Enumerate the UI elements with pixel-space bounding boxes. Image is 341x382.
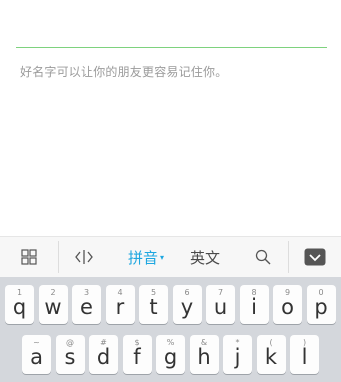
name-input[interactable] — [16, 0, 327, 48]
chevron-down-icon: ▾ — [160, 252, 165, 262]
key-y[interactable]: 6 y — [172, 285, 202, 324]
grid-icon[interactable] — [12, 237, 46, 277]
key-k[interactable]: ( k — [256, 335, 286, 374]
key-o[interactable]: 9 o — [273, 285, 302, 324]
key-a[interactable]: ~ a — [22, 335, 51, 374]
english-label: 英文 — [189, 248, 220, 267]
search-icon[interactable] — [248, 237, 278, 277]
key-f[interactable]: $ f — [122, 335, 152, 374]
key-p[interactable]: 0 p — [306, 285, 336, 324]
input-underline — [16, 47, 327, 48]
english-mode-button[interactable]: 英文 — [184, 237, 226, 277]
key-s[interactable]: @ s — [55, 335, 85, 374]
toolbar-divider — [288, 241, 289, 273]
cursor-move-icon[interactable] — [70, 237, 98, 277]
key-d[interactable]: # d — [89, 335, 118, 374]
key-w[interactable]: 2 w — [38, 285, 68, 324]
key-i[interactable]: 8 i — [239, 285, 269, 324]
toolbar-divider — [58, 241, 59, 273]
key-t[interactable]: 5 t — [139, 285, 168, 324]
key-e[interactable]: 3 e — [72, 285, 101, 324]
keyboard: 1 q 2 w 3 e 4 r 5 t 6 y 7 u 8 i 9 o 0 p … — [0, 277, 341, 382]
ime-toolbar: 拼音 ▾ 英文 — [0, 236, 341, 277]
profile-name-form: 好名字可以让你的朋友更容易记住你。 — [0, 0, 341, 236]
key-l[interactable]: ) l — [290, 335, 319, 374]
key-h[interactable]: & h — [189, 335, 219, 374]
key-j[interactable]: * j — [223, 335, 252, 374]
key-q[interactable]: 1 q — [5, 285, 34, 324]
name-hint: 好名字可以让你的朋友更容易记住你。 — [20, 65, 228, 79]
collapse-keyboard-icon[interactable] — [300, 237, 330, 277]
pinyin-label: 拼音 — [127, 248, 158, 267]
key-u[interactable]: 7 u — [206, 285, 235, 324]
key-r[interactable]: 4 r — [105, 285, 135, 324]
pinyin-mode-button[interactable]: 拼音 ▾ — [118, 237, 174, 277]
key-g[interactable]: % g — [156, 335, 185, 374]
